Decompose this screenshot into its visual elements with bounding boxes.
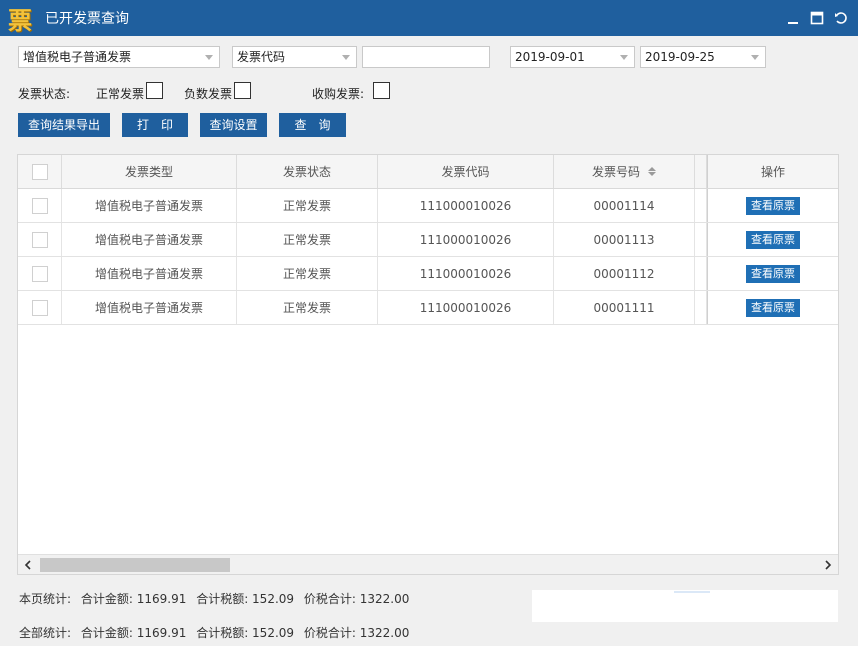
view-original-button[interactable]: 查看原票 bbox=[746, 298, 800, 317]
cell-code: 111000010026 bbox=[378, 291, 554, 324]
cell-code: 111000010026 bbox=[378, 257, 554, 290]
select-all-checkbox[interactable] bbox=[31, 163, 48, 180]
field-select-value: 发票代码 bbox=[237, 50, 286, 64]
chevron-down-icon bbox=[205, 55, 213, 60]
status-label: 发票状态: bbox=[18, 87, 71, 101]
cell-status: 正常发票 bbox=[237, 189, 378, 222]
cell-spacer bbox=[695, 189, 707, 222]
table-row[interactable]: 增值税电子普通发票 正常发票 111000010026 00001114 查看原… bbox=[18, 189, 838, 223]
window-title: 已开发票查询 bbox=[45, 11, 129, 27]
row-checkbox[interactable] bbox=[31, 197, 48, 214]
cell-spacer bbox=[695, 257, 707, 290]
cell-type: 增值税电子普通发票 bbox=[62, 189, 237, 222]
all-summary-label: 全部统计: bbox=[19, 626, 72, 640]
table-row[interactable]: 增值税电子普通发票 正常发票 111000010026 00001111 查看原… bbox=[18, 291, 838, 325]
normal-invoice-label: 正常发票 bbox=[96, 87, 145, 101]
select-all-cell bbox=[18, 155, 62, 188]
cell-code: 111000010026 bbox=[378, 189, 554, 222]
col-header-type[interactable]: 发票类型 bbox=[62, 155, 237, 188]
date-from-select[interactable]: 2019-09-01 bbox=[510, 46, 635, 68]
sort-icon[interactable] bbox=[648, 167, 656, 176]
page-summary-tax: 合计税额: 152.09 bbox=[196, 592, 295, 606]
cell-type: 增值税电子普通发票 bbox=[62, 223, 237, 256]
all-summary-tax: 合计税额: 152.09 bbox=[196, 626, 295, 640]
pagination-area bbox=[532, 590, 838, 622]
negative-invoice-checkbox[interactable] bbox=[234, 82, 251, 99]
row-checkbox[interactable] bbox=[31, 231, 48, 248]
all-summary: 全部统计: 合计金额: 1169.91 合计税额: 152.09 价税合计: 1… bbox=[19, 624, 415, 641]
cell-number: 00001114 bbox=[554, 189, 695, 222]
col-header-code[interactable]: 发票代码 bbox=[378, 155, 554, 188]
purchase-invoice-checkbox[interactable] bbox=[373, 82, 390, 99]
all-summary-amount: 合计金额: 1169.91 bbox=[80, 626, 187, 640]
invoice-type-value: 增值税电子普通发票 bbox=[23, 50, 132, 64]
view-original-button[interactable]: 查看原票 bbox=[746, 230, 800, 249]
page-summary-total: 价税合计: 1322.00 bbox=[303, 592, 410, 606]
chevron-down-icon bbox=[620, 55, 628, 60]
row-checkbox[interactable] bbox=[31, 265, 48, 282]
view-original-button[interactable]: 查看原票 bbox=[746, 196, 800, 215]
cell-number: 00001113 bbox=[554, 223, 695, 256]
col-header-number-label: 发票号码 bbox=[591, 165, 640, 179]
cell-code: 111000010026 bbox=[378, 223, 554, 256]
invoice-table: 发票类型 发票状态 发票代码 发票号码 操作 增值税电子普通发票 正常发票 11… bbox=[17, 154, 839, 575]
date-to-value: 2019-09-25 bbox=[645, 50, 715, 64]
invoice-logo-icon: 票 bbox=[5, 3, 35, 35]
scrollbar-thumb[interactable] bbox=[40, 558, 230, 572]
normal-invoice-checkbox[interactable] bbox=[146, 82, 163, 99]
query-settings-button[interactable]: 查询设置 bbox=[200, 113, 267, 137]
col-header-action: 操作 bbox=[707, 155, 838, 188]
query-button[interactable]: 查 询 bbox=[279, 113, 346, 137]
col-header-number[interactable]: 发票号码 bbox=[554, 155, 695, 188]
view-original-button[interactable]: 查看原票 bbox=[746, 264, 800, 283]
scroll-right-icon[interactable] bbox=[818, 555, 838, 575]
pagination-indicator bbox=[674, 591, 710, 593]
scroll-left-icon[interactable] bbox=[18, 555, 38, 575]
row-checkbox[interactable] bbox=[31, 299, 48, 316]
cell-spacer bbox=[695, 223, 707, 256]
table-header: 发票类型 发票状态 发票代码 发票号码 操作 bbox=[18, 155, 838, 189]
table-row[interactable]: 增值税电子普通发票 正常发票 111000010026 00001112 查看原… bbox=[18, 257, 838, 291]
cell-status: 正常发票 bbox=[237, 257, 378, 290]
chevron-down-icon bbox=[342, 55, 350, 60]
cell-type: 增值税电子普通发票 bbox=[62, 257, 237, 290]
cell-status: 正常发票 bbox=[237, 291, 378, 324]
cell-number: 00001112 bbox=[554, 257, 695, 290]
cell-type: 增值税电子普通发票 bbox=[62, 291, 237, 324]
cell-status: 正常发票 bbox=[237, 223, 378, 256]
table-row[interactable]: 增值税电子普通发票 正常发票 111000010026 00001113 查看原… bbox=[18, 223, 838, 257]
print-button[interactable]: 打 印 bbox=[122, 113, 188, 137]
cell-spacer bbox=[695, 291, 707, 324]
col-header-spacer bbox=[695, 155, 707, 188]
back-icon[interactable] bbox=[832, 9, 850, 27]
export-results-button[interactable]: 查询结果导出 bbox=[18, 113, 110, 137]
minimize-icon[interactable] bbox=[784, 9, 802, 27]
page-summary-amount: 合计金额: 1169.91 bbox=[80, 592, 187, 606]
page-summary-label: 本页统计: bbox=[19, 592, 72, 606]
page-summary: 本页统计: 合计金额: 1169.91 合计税额: 152.09 价税合计: 1… bbox=[19, 590, 415, 607]
date-to-select[interactable]: 2019-09-25 bbox=[640, 46, 766, 68]
purchase-invoice-label: 收购发票: bbox=[312, 87, 365, 101]
title-bar: 票 已开发票查询 bbox=[0, 0, 858, 36]
all-summary-total: 价税合计: 1322.00 bbox=[303, 626, 410, 640]
cell-number: 00001111 bbox=[554, 291, 695, 324]
negative-invoice-label: 负数发票 bbox=[184, 87, 233, 101]
field-value-input[interactable] bbox=[362, 46, 490, 68]
restore-icon[interactable] bbox=[808, 9, 826, 27]
col-header-status[interactable]: 发票状态 bbox=[237, 155, 378, 188]
date-from-value: 2019-09-01 bbox=[515, 50, 585, 64]
field-select[interactable]: 发票代码 bbox=[232, 46, 357, 68]
horizontal-scrollbar[interactable] bbox=[18, 554, 838, 574]
invoice-type-select[interactable]: 增值税电子普通发票 bbox=[18, 46, 220, 68]
window-controls bbox=[784, 0, 850, 36]
chevron-down-icon bbox=[751, 55, 759, 60]
